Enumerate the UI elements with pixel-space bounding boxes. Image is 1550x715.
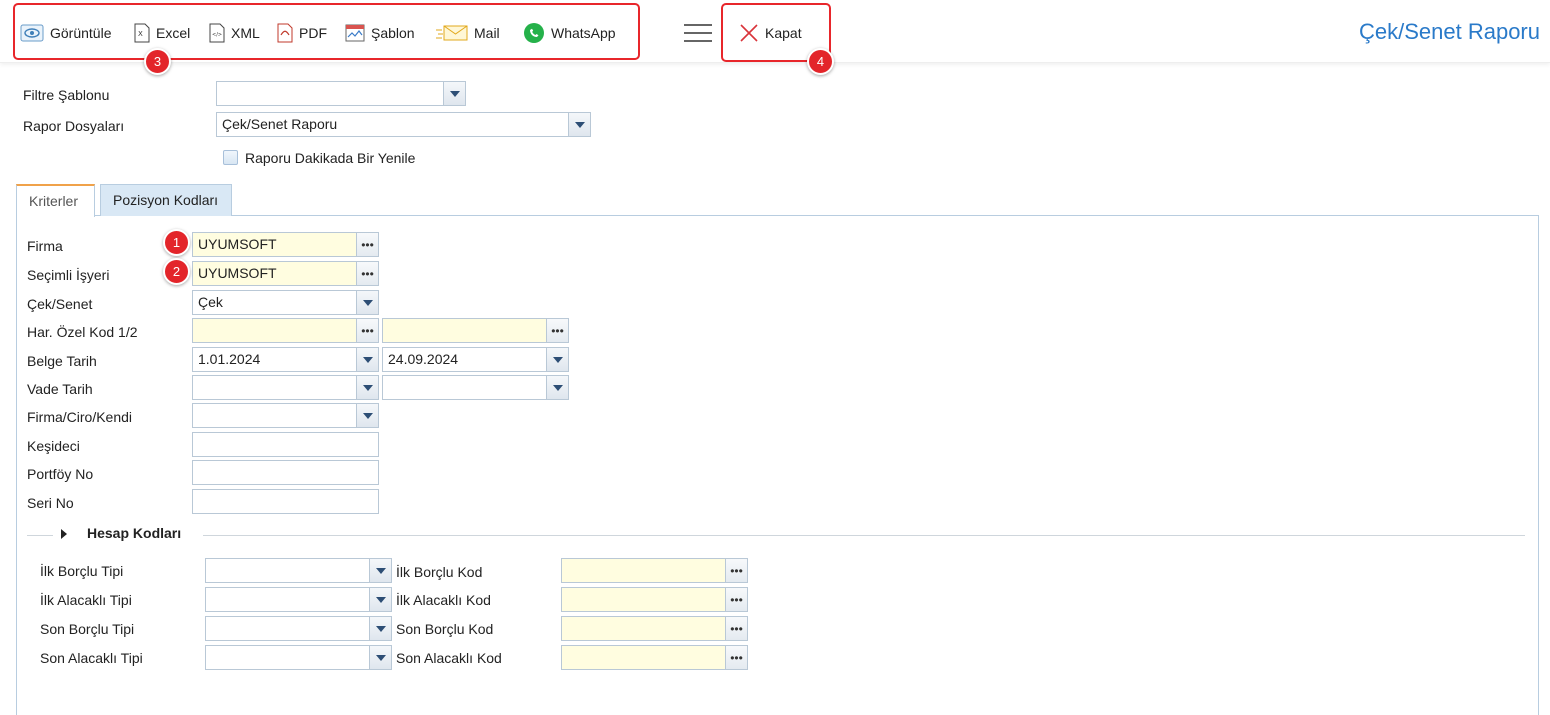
toolbar-highlight-box xyxy=(13,3,640,60)
filter-template-label: Filtre Şablonu xyxy=(23,87,110,103)
more-icon[interactable]: ••• xyxy=(356,319,378,342)
chevron-down-icon[interactable] xyxy=(356,404,378,427)
hamburger-menu-icon[interactable] xyxy=(684,24,712,44)
more-icon[interactable]: ••• xyxy=(725,646,747,669)
badge-4: 4 xyxy=(807,48,834,75)
chevron-down-icon[interactable] xyxy=(546,348,568,371)
son-borclu-kod-label: Son Borçlu Kod xyxy=(396,621,494,637)
kesideci-label: Keşideci xyxy=(27,438,80,454)
badge-1: 1 xyxy=(163,229,190,256)
more-icon[interactable]: ••• xyxy=(725,588,747,611)
portfoy-field[interactable] xyxy=(192,460,379,485)
chevron-down-icon[interactable] xyxy=(356,348,378,371)
ozelkod-2-field[interactable]: ••• xyxy=(382,318,569,343)
seri-field[interactable] xyxy=(192,489,379,514)
isyeri-field[interactable]: UYUMSOFT ••• xyxy=(192,261,379,286)
ceksenet-label: Çek/Senet xyxy=(27,296,93,312)
more-icon[interactable]: ••• xyxy=(725,559,747,582)
son-borclu-tipi-label: Son Borçlu Tipi xyxy=(40,621,135,637)
vadetarih-label: Vade Tarih xyxy=(27,381,93,397)
ilk-alacakli-kod-label: İlk Alacaklı Kod xyxy=(396,592,491,608)
son-alacakli-kod-label: Son Alacaklı Kod xyxy=(396,650,502,666)
son-alacakli-tipi-label: Son Alacaklı Tipi xyxy=(40,650,143,666)
firma-field[interactable]: UYUMSOFT ••• xyxy=(192,232,379,257)
belgetarih-label: Belge Tarih xyxy=(27,353,97,369)
tab-pozisyon-kodlari[interactable]: Pozisyon Kodları xyxy=(100,184,232,216)
badge-2: 2 xyxy=(163,258,190,285)
son-borclu-tipi-select[interactable] xyxy=(205,616,392,641)
chevron-down-icon[interactable] xyxy=(356,376,378,399)
chevron-down-icon[interactable] xyxy=(369,646,391,669)
ozelkod-label: Har. Özel Kod 1/2 xyxy=(27,324,138,340)
seri-label: Seri No xyxy=(27,495,74,511)
filter-template-select[interactable] xyxy=(216,81,466,106)
page-title: Çek/Senet Raporu xyxy=(1359,19,1540,44)
ilk-borclu-tipi-label: İlk Borçlu Tipi xyxy=(40,563,124,579)
hesap-section-title[interactable]: Hesap Kodları xyxy=(87,525,181,541)
report-files-select[interactable]: Çek/Senet Raporu xyxy=(216,112,591,137)
refresh-label: Raporu Dakikada Bir Yenile xyxy=(245,150,416,166)
refresh-checkbox[interactable] xyxy=(223,150,238,165)
kesideci-field[interactable] xyxy=(192,432,379,457)
chevron-down-icon[interactable] xyxy=(369,588,391,611)
firma-label: Firma xyxy=(27,238,63,254)
portfoy-label: Portföy No xyxy=(27,466,94,482)
ilk-borclu-kod-label: İlk Borçlu Kod xyxy=(396,564,483,580)
ceksenet-select[interactable]: Çek xyxy=(192,290,379,315)
chevron-down-icon[interactable] xyxy=(356,291,378,314)
section-divider xyxy=(203,535,1525,536)
firmacirokendi-select[interactable] xyxy=(192,403,379,428)
more-icon[interactable]: ••• xyxy=(356,262,378,285)
ilk-alacakli-kod-field[interactable]: ••• xyxy=(561,587,748,612)
chevron-down-icon[interactable] xyxy=(546,376,568,399)
belgetarih-start-field[interactable]: 1.01.2024 xyxy=(192,347,379,372)
ilk-borclu-tipi-select[interactable] xyxy=(205,558,392,583)
isyeri-label: Seçimli İşyeri xyxy=(27,267,110,283)
son-borclu-kod-field[interactable]: ••• xyxy=(561,616,748,641)
vadetarih-start-field[interactable] xyxy=(192,375,379,400)
firmacirokendi-label: Firma/Ciro/Kendi xyxy=(27,409,133,425)
more-icon[interactable]: ••• xyxy=(356,233,378,256)
tab-kriterler[interactable]: Kriterler xyxy=(16,184,95,217)
ilk-alacakli-tipi-select[interactable] xyxy=(205,587,392,612)
chevron-down-icon[interactable] xyxy=(443,82,465,105)
son-alacakli-tipi-select[interactable] xyxy=(205,645,392,670)
chevron-down-icon[interactable] xyxy=(369,617,391,640)
section-divider xyxy=(27,535,53,536)
belgetarih-end-field[interactable]: 24.09.2024 xyxy=(382,347,569,372)
chevron-down-icon[interactable] xyxy=(568,113,590,136)
more-icon[interactable]: ••• xyxy=(546,319,568,342)
son-alacakli-kod-field[interactable]: ••• xyxy=(561,645,748,670)
badge-3: 3 xyxy=(144,48,171,75)
caret-right-icon[interactable] xyxy=(61,529,67,539)
chevron-down-icon[interactable] xyxy=(369,559,391,582)
ilk-alacakli-tipi-label: İlk Alacaklı Tipi xyxy=(40,592,132,608)
ilk-borclu-kod-field[interactable]: ••• xyxy=(561,558,748,583)
more-icon[interactable]: ••• xyxy=(725,617,747,640)
ozelkod-1-field[interactable]: ••• xyxy=(192,318,379,343)
report-files-label: Rapor Dosyaları xyxy=(23,118,125,134)
vadetarih-end-field[interactable] xyxy=(382,375,569,400)
